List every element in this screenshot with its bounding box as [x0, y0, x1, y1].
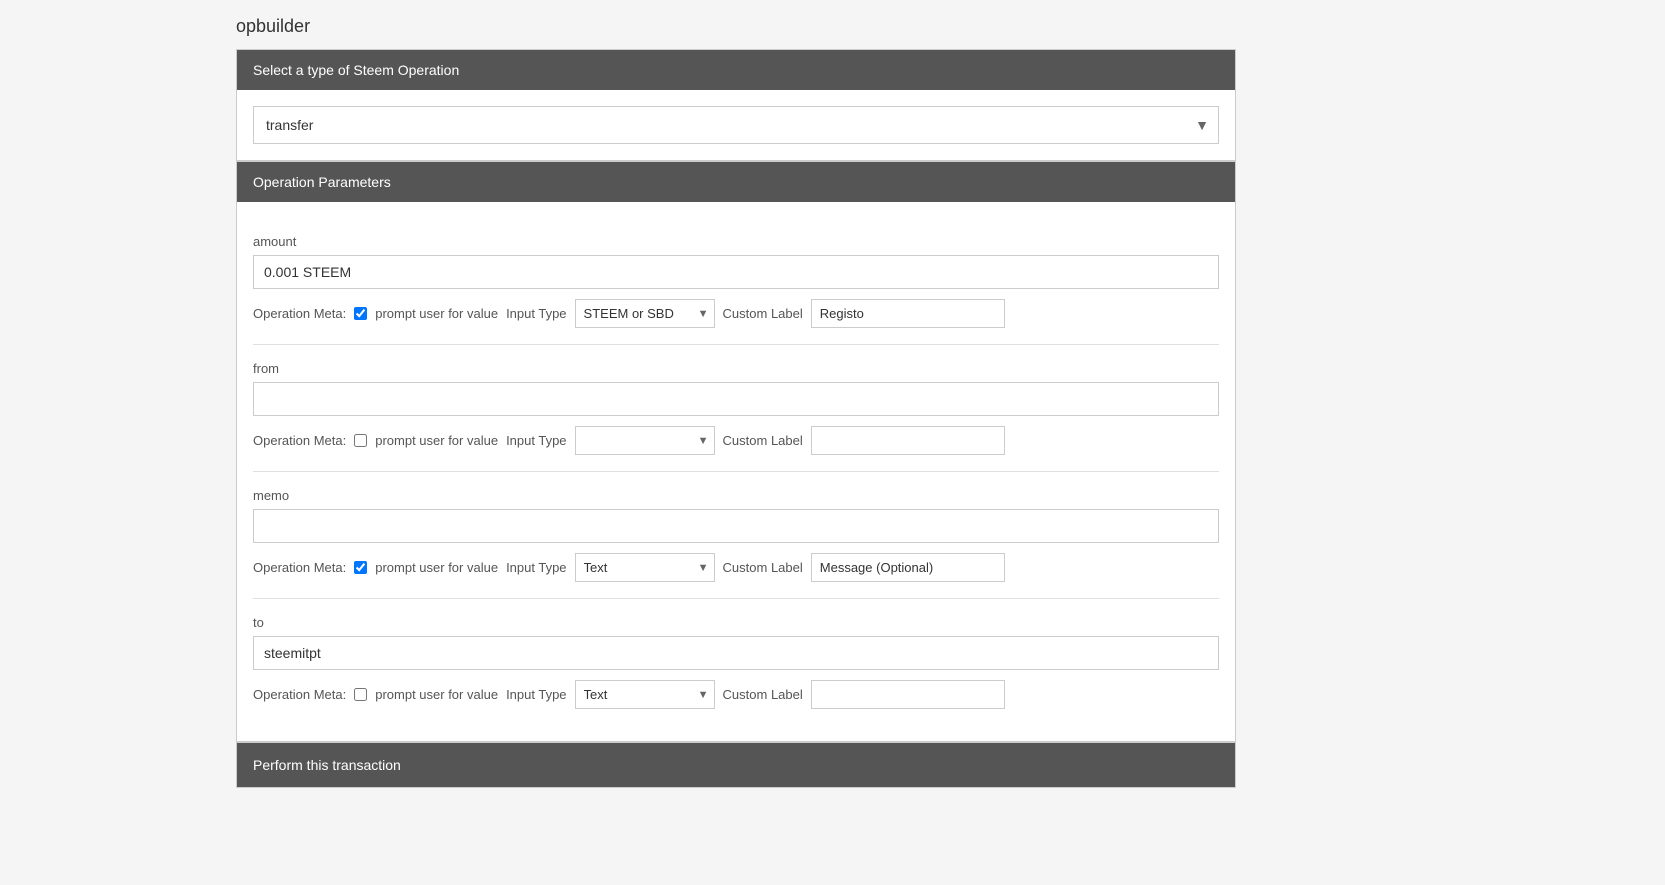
operation-parameters-header: Operation Parameters — [237, 162, 1235, 202]
operation-meta-checkbox-memo[interactable] — [354, 561, 367, 574]
operation-meta-label-amount: Operation Meta: — [253, 306, 346, 321]
input-type-select-wrapper-from[interactable]: Text Number STEEM or SBD ▼ — [575, 426, 715, 455]
app-title: opbuilder — [0, 0, 1665, 49]
operation-type-body: transfer vote comment custom_json transf… — [237, 90, 1235, 160]
input-type-select-to[interactable]: Text Number STEEM or SBD — [575, 680, 715, 709]
input-type-select-wrapper-to[interactable]: Text Number STEEM or SBD ▼ — [575, 680, 715, 709]
prompt-label-amount: prompt user for value — [375, 306, 498, 321]
field-input-amount[interactable] — [253, 255, 1219, 289]
field-input-from[interactable] — [253, 382, 1219, 416]
custom-label-input-from[interactable] — [811, 426, 1005, 455]
field-label-to: to — [253, 615, 1219, 630]
field-label-memo: memo — [253, 488, 1219, 503]
input-type-select-wrapper-amount[interactable]: STEEM or SBD Text Number ▼ — [575, 299, 715, 328]
custom-label-input-memo[interactable] — [811, 553, 1005, 582]
operation-meta-checkbox-to[interactable] — [354, 688, 367, 701]
custom-label-text-to: Custom Label — [723, 687, 803, 702]
field-label-amount: amount — [253, 234, 1219, 249]
perform-section: Perform this transaction — [236, 742, 1236, 788]
input-type-label-amount: Input Type — [506, 306, 566, 321]
operation-meta-row-amount: Operation Meta: prompt user for value In… — [253, 299, 1219, 328]
page-title: opbuilder — [0, 0, 1665, 49]
custom-label-input-amount[interactable] — [811, 299, 1005, 328]
field-block-amount: amount Operation Meta: prompt user for v… — [253, 218, 1219, 345]
field-input-to[interactable] — [253, 636, 1219, 670]
operation-type-header: Select a type of Steem Operation — [237, 50, 1235, 90]
main-container: Select a type of Steem Operation transfe… — [236, 49, 1236, 788]
operation-meta-label-from: Operation Meta: — [253, 433, 346, 448]
operation-parameters-section: Operation Parameters amount Operation Me… — [236, 161, 1236, 742]
operation-meta-checkbox-from[interactable] — [354, 434, 367, 447]
input-type-select-amount[interactable]: STEEM or SBD Text Number — [575, 299, 715, 328]
input-type-select-from[interactable]: Text Number STEEM or SBD — [575, 426, 715, 455]
prompt-label-to: prompt user for value — [375, 687, 498, 702]
input-type-select-memo[interactable]: Text Number STEEM or SBD — [575, 553, 715, 582]
operation-type-select-wrapper[interactable]: transfer vote comment custom_json transf… — [253, 106, 1219, 144]
input-type-select-wrapper-memo[interactable]: Text Number STEEM or SBD ▼ — [575, 553, 715, 582]
operation-type-select[interactable]: transfer vote comment custom_json transf… — [253, 106, 1219, 144]
operation-parameters-body: amount Operation Meta: prompt user for v… — [237, 202, 1235, 741]
field-label-from: from — [253, 361, 1219, 376]
input-type-label-memo: Input Type — [506, 560, 566, 575]
custom-label-text-memo: Custom Label — [723, 560, 803, 575]
perform-header: Perform this transaction — [237, 743, 1235, 787]
field-input-memo[interactable] — [253, 509, 1219, 543]
custom-label-text-amount: Custom Label — [723, 306, 803, 321]
operation-meta-label-memo: Operation Meta: — [253, 560, 346, 575]
field-block-to: to Operation Meta: prompt user for value… — [253, 599, 1219, 725]
operation-meta-label-to: Operation Meta: — [253, 687, 346, 702]
operation-meta-row-to: Operation Meta: prompt user for value In… — [253, 680, 1219, 709]
field-block-from: from Operation Meta: prompt user for val… — [253, 345, 1219, 472]
prompt-label-from: prompt user for value — [375, 433, 498, 448]
field-block-memo: memo Operation Meta: prompt user for val… — [253, 472, 1219, 599]
input-type-label-to: Input Type — [506, 687, 566, 702]
custom-label-input-to[interactable] — [811, 680, 1005, 709]
operation-meta-checkbox-amount[interactable] — [354, 307, 367, 320]
operation-meta-row-memo: Operation Meta: prompt user for value In… — [253, 553, 1219, 582]
custom-label-text-from: Custom Label — [723, 433, 803, 448]
prompt-label-memo: prompt user for value — [375, 560, 498, 575]
input-type-label-from: Input Type — [506, 433, 566, 448]
operation-type-section: Select a type of Steem Operation transfe… — [236, 49, 1236, 161]
operation-meta-row-from: Operation Meta: prompt user for value In… — [253, 426, 1219, 455]
